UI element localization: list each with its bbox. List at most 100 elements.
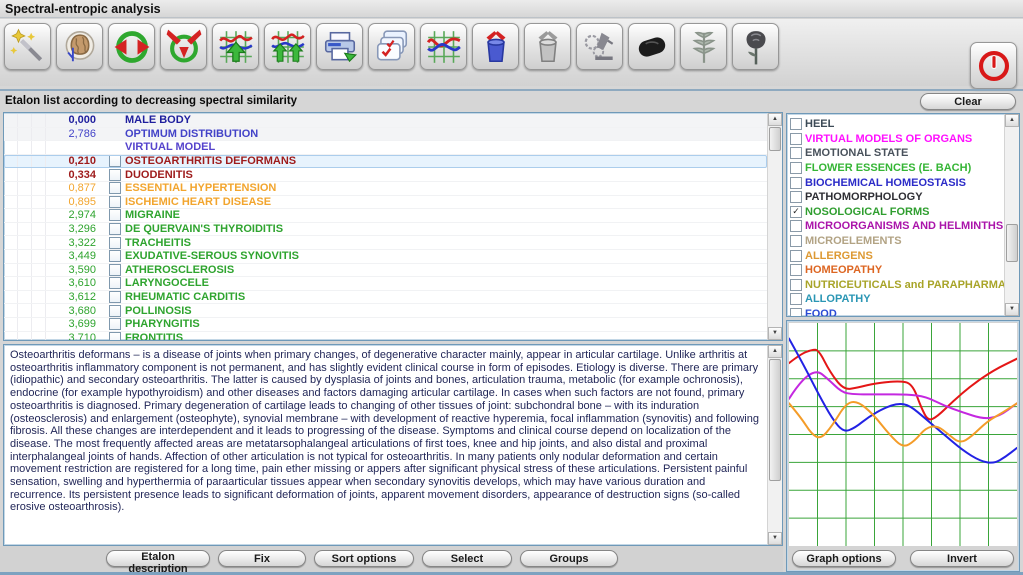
category-checkbox[interactable]: [790, 220, 802, 232]
container-red-arrows-button[interactable]: [472, 23, 519, 70]
scroll-up-icon[interactable]: ▲: [768, 113, 782, 126]
etalon-scrollbar[interactable]: ▲ ▼: [767, 113, 782, 340]
category-checkbox[interactable]: [790, 177, 802, 189]
etalon-checkbox[interactable]: [109, 196, 121, 208]
category-item[interactable]: FOOD: [790, 307, 1004, 316]
select-button[interactable]: Select: [422, 550, 512, 567]
chart-up-arrow-button[interactable]: [212, 23, 259, 70]
etalon-row[interactable]: 3,296DE QUERVAIN'S THYROIDITIS: [4, 223, 767, 237]
chart-lines-button[interactable]: [420, 23, 467, 70]
category-checkbox[interactable]: [790, 293, 802, 305]
etalon-checkbox[interactable]: [109, 250, 121, 262]
etalon-row[interactable]: 0,877ESSENTIAL HYPERTENSION: [4, 182, 767, 196]
etalon-row[interactable]: 0,334DUODENITIS: [4, 168, 767, 182]
etalon-checkbox[interactable]: [109, 332, 121, 340]
category-item[interactable]: FLOWER ESSENCES (E. BACH): [790, 161, 1004, 176]
category-item[interactable]: NUTRICEUTICALS and PARAPHARMACEUTICALS: [790, 278, 1004, 293]
exit-button[interactable]: [970, 42, 1017, 89]
recycle-arrows-button[interactable]: [108, 23, 155, 70]
fix-button[interactable]: Fix: [218, 550, 306, 567]
category-item[interactable]: HEEL: [790, 117, 1004, 132]
split-arrows-button[interactable]: [160, 23, 207, 70]
category-checkbox[interactable]: [790, 133, 802, 145]
etalon-row[interactable]: 3,590ATHEROSCLEROSIS: [4, 264, 767, 278]
etalon-row[interactable]: 3,322TRACHEITIS: [4, 236, 767, 250]
scroll-down-icon[interactable]: ▼: [768, 532, 782, 545]
etalon-checkbox[interactable]: [109, 223, 121, 235]
category-item[interactable]: MICROORGANISMS AND HELMINTHS: [790, 219, 1004, 234]
etalon-row[interactable]: 0,895ISCHEMIC HEART DISEASE: [4, 196, 767, 210]
category-item[interactable]: EMOTIONAL STATE: [790, 146, 1004, 161]
print-button[interactable]: [316, 23, 363, 70]
black-stone-button[interactable]: [628, 23, 675, 70]
etalon-description-button[interactable]: Etalon description: [106, 550, 210, 567]
scroll-thumb[interactable]: [1006, 224, 1018, 262]
scroll-down-icon[interactable]: ▼: [1005, 303, 1019, 316]
category-item[interactable]: BIOCHEMICAL HOMEOSTASIS: [790, 175, 1004, 190]
etalon-row[interactable]: 3,699PHARYNGITIS: [4, 318, 767, 332]
category-checkbox[interactable]: [790, 308, 802, 316]
scroll-track[interactable]: [768, 126, 782, 327]
category-item[interactable]: MICROELEMENTS: [790, 234, 1004, 249]
category-checkbox[interactable]: [790, 250, 802, 262]
category-checkbox[interactable]: [790, 235, 802, 247]
etalon-checkbox[interactable]: [109, 305, 121, 317]
description-scrollbar[interactable]: ▲ ▼: [767, 345, 782, 545]
etalon-row[interactable]: 0,210OSTEOARTHRITIS DEFORMANS: [4, 155, 767, 169]
etalon-row[interactable]: 3,680POLLINOSIS: [4, 304, 767, 318]
flower-button[interactable]: [732, 23, 779, 70]
etalon-row[interactable]: 3,612RHEUMATIC CARDITIS: [4, 291, 767, 305]
category-panel: HEELVIRTUAL MODELS OF ORGANSEMOTIONAL ST…: [786, 113, 1020, 317]
microscope-gears-button[interactable]: [576, 23, 623, 70]
brain-button[interactable]: [56, 23, 103, 70]
etalon-checkbox[interactable]: [109, 318, 121, 330]
category-checkbox[interactable]: [790, 264, 802, 276]
category-item[interactable]: HOMEOPATHY: [790, 263, 1004, 278]
etalon-row[interactable]: 3,449EXUDATIVE-SEROUS SYNOVITIS: [4, 250, 767, 264]
etalon-checkbox[interactable]: [109, 264, 121, 276]
category-item[interactable]: VIRTUAL MODELS OF ORGANS: [790, 132, 1004, 147]
etalon-checkbox[interactable]: [109, 277, 121, 289]
container-red-arrows-icon: [477, 28, 515, 66]
category-checkbox[interactable]: [790, 162, 802, 174]
etalon-row[interactable]: 2,786OPTIMUM DISTRIBUTION: [4, 128, 767, 142]
category-checkbox[interactable]: ✓: [790, 206, 802, 218]
etalon-row[interactable]: 3,710FRONTITIS: [4, 332, 767, 341]
category-item[interactable]: ALLERGENS: [790, 248, 1004, 263]
sort-options-button[interactable]: Sort options: [314, 550, 414, 567]
magic-wand-button[interactable]: [4, 23, 51, 70]
etalon-row[interactable]: 3,610LARYNGOCELE: [4, 277, 767, 291]
category-checkbox[interactable]: [790, 191, 802, 203]
scroll-up-icon[interactable]: ▲: [768, 345, 782, 358]
chart-two-up-arrows-button[interactable]: [264, 23, 311, 70]
scroll-thumb[interactable]: [769, 359, 781, 481]
clear-button[interactable]: Clear: [920, 93, 1016, 110]
etalon-row[interactable]: 0,000MALE BODY: [4, 114, 767, 128]
etalon-checkbox[interactable]: [109, 169, 121, 181]
category-item[interactable]: ✓NOSOLOGICAL FORMS: [790, 205, 1004, 220]
etalon-row[interactable]: 2,974MIGRAINE: [4, 209, 767, 223]
scroll-thumb[interactable]: [769, 127, 781, 151]
category-checkbox[interactable]: [790, 118, 802, 130]
scroll-track[interactable]: [768, 358, 782, 532]
etalon-checkbox[interactable]: [109, 209, 121, 221]
scroll-track[interactable]: [1005, 127, 1019, 303]
etalon-checkbox[interactable]: [109, 155, 121, 167]
etalon-checkbox[interactable]: [109, 291, 121, 303]
category-scrollbar[interactable]: ▲ ▼: [1004, 114, 1019, 316]
category-item[interactable]: PATHOMORPHOLOGY: [790, 190, 1004, 205]
etalon-checkbox[interactable]: [109, 182, 121, 194]
invert-button[interactable]: Invert: [910, 550, 1014, 567]
category-checkbox[interactable]: [790, 279, 802, 291]
plant-button[interactable]: [680, 23, 727, 70]
groups-button[interactable]: Groups: [520, 550, 618, 567]
category-checkbox[interactable]: [790, 147, 802, 159]
graph-options-button[interactable]: Graph options: [792, 550, 896, 567]
record-cards-button[interactable]: [368, 23, 415, 70]
category-item[interactable]: ALLOPATHY: [790, 292, 1004, 307]
container-gray-button[interactable]: [524, 23, 571, 70]
etalon-checkbox[interactable]: [109, 237, 121, 249]
etalon-row[interactable]: VIRTUAL MODEL: [4, 141, 767, 155]
scroll-down-icon[interactable]: ▼: [768, 327, 782, 340]
scroll-up-icon[interactable]: ▲: [1005, 114, 1019, 127]
